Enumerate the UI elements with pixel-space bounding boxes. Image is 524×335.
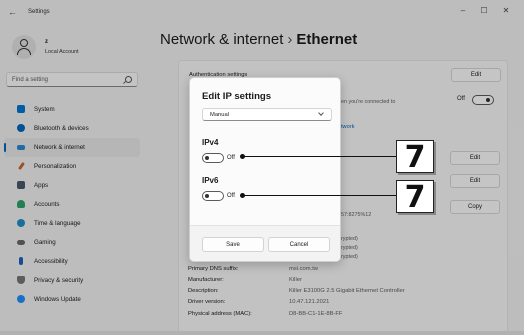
ipv6-toggle[interactable]: [202, 191, 224, 201]
ipv6-toggle-state: Off: [227, 193, 235, 199]
ipv6-heading: IPv6: [202, 176, 219, 185]
ipv4-toggle-state: Off: [227, 155, 235, 161]
ip-mode-value: Manual: [210, 112, 230, 118]
save-button[interactable]: Save: [202, 237, 264, 252]
cancel-button[interactable]: Cancel: [268, 237, 330, 252]
callout-number-ipv6: 7: [396, 180, 434, 214]
ipv4-toggle[interactable]: [202, 153, 224, 163]
dialog-footer: Save Cancel: [190, 225, 340, 261]
callout-line-ipv4: [243, 155, 396, 158]
callout-number-ipv4: 7: [396, 140, 434, 174]
dialog-title: Edit IP settings: [202, 91, 272, 102]
edit-ip-settings-dialog: Edit IP settings Manual IPv4 Off IPv6 Of…: [189, 77, 341, 262]
settings-window: ← Settings – ☐ ✕ z Local Account Find a …: [0, 0, 524, 335]
chevron-down-icon: [318, 110, 324, 116]
ipv4-heading: IPv4: [202, 138, 219, 147]
callout-line-ipv6: [243, 194, 396, 197]
ip-mode-select[interactable]: Manual: [202, 108, 332, 121]
